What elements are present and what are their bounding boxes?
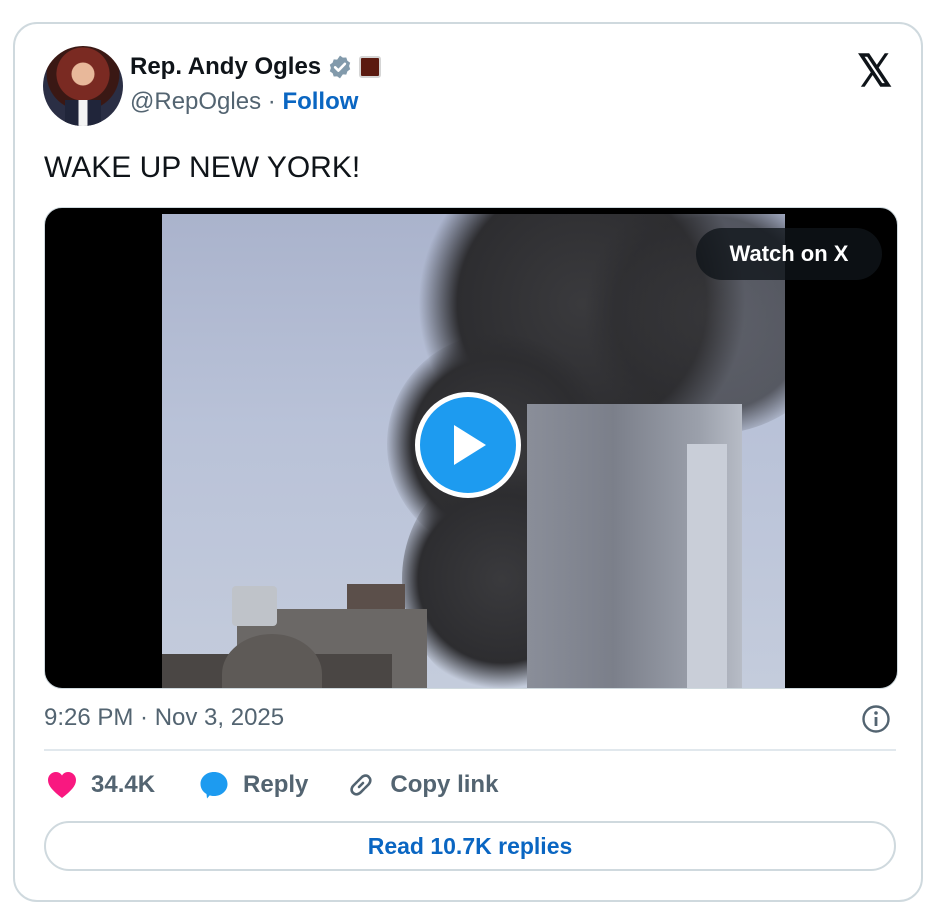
handle-separator: ·	[267, 88, 276, 115]
link-icon	[350, 774, 372, 796]
play-icon[interactable]	[415, 392, 521, 498]
affiliation-badge-icon[interactable]	[359, 56, 382, 78]
follow-button[interactable]: Follow	[282, 88, 358, 115]
tweet-timestamp[interactable]: 9:26 PM · Nov 3, 2025	[44, 704, 284, 732]
watch-on-x-button[interactable]: Watch on X	[696, 228, 882, 280]
avatar[interactable]	[43, 46, 123, 126]
read-replies-button[interactable]: Read 10.7K replies	[44, 821, 896, 871]
reply-bubble-icon	[200, 772, 228, 799]
verified-badge-icon	[329, 55, 351, 79]
divider	[44, 749, 896, 751]
handle[interactable]: @RepOgles	[130, 88, 261, 115]
handle-row: @RepOgles · Follow	[130, 88, 358, 116]
like-count: 34.4K	[91, 771, 156, 798]
play-triangle-icon	[454, 425, 486, 465]
reply-button[interactable]: Reply	[199, 770, 308, 800]
tweet-text: WAKE UP NEW YORK!	[44, 151, 361, 184]
heart-icon	[48, 772, 76, 798]
reply-label: Reply	[243, 771, 309, 798]
info-icon[interactable]	[861, 704, 891, 734]
display-name[interactable]: Rep. Andy Ogles	[130, 53, 321, 81]
copy-link-button[interactable]: Copy link	[346, 770, 498, 800]
x-logo-icon[interactable]: 𝕏	[857, 50, 892, 94]
like-button[interactable]: 34.4K	[47, 771, 155, 799]
video-player[interactable]: Watch on X	[44, 207, 898, 689]
copy-link-label: Copy link	[390, 771, 499, 798]
tweet-card: Rep. Andy Ogles @RepOgles · Follow 𝕏 WAK…	[13, 22, 923, 902]
action-bar: 34.4K Reply Copy link	[47, 770, 498, 800]
author-name-row: Rep. Andy Ogles	[130, 53, 382, 81]
